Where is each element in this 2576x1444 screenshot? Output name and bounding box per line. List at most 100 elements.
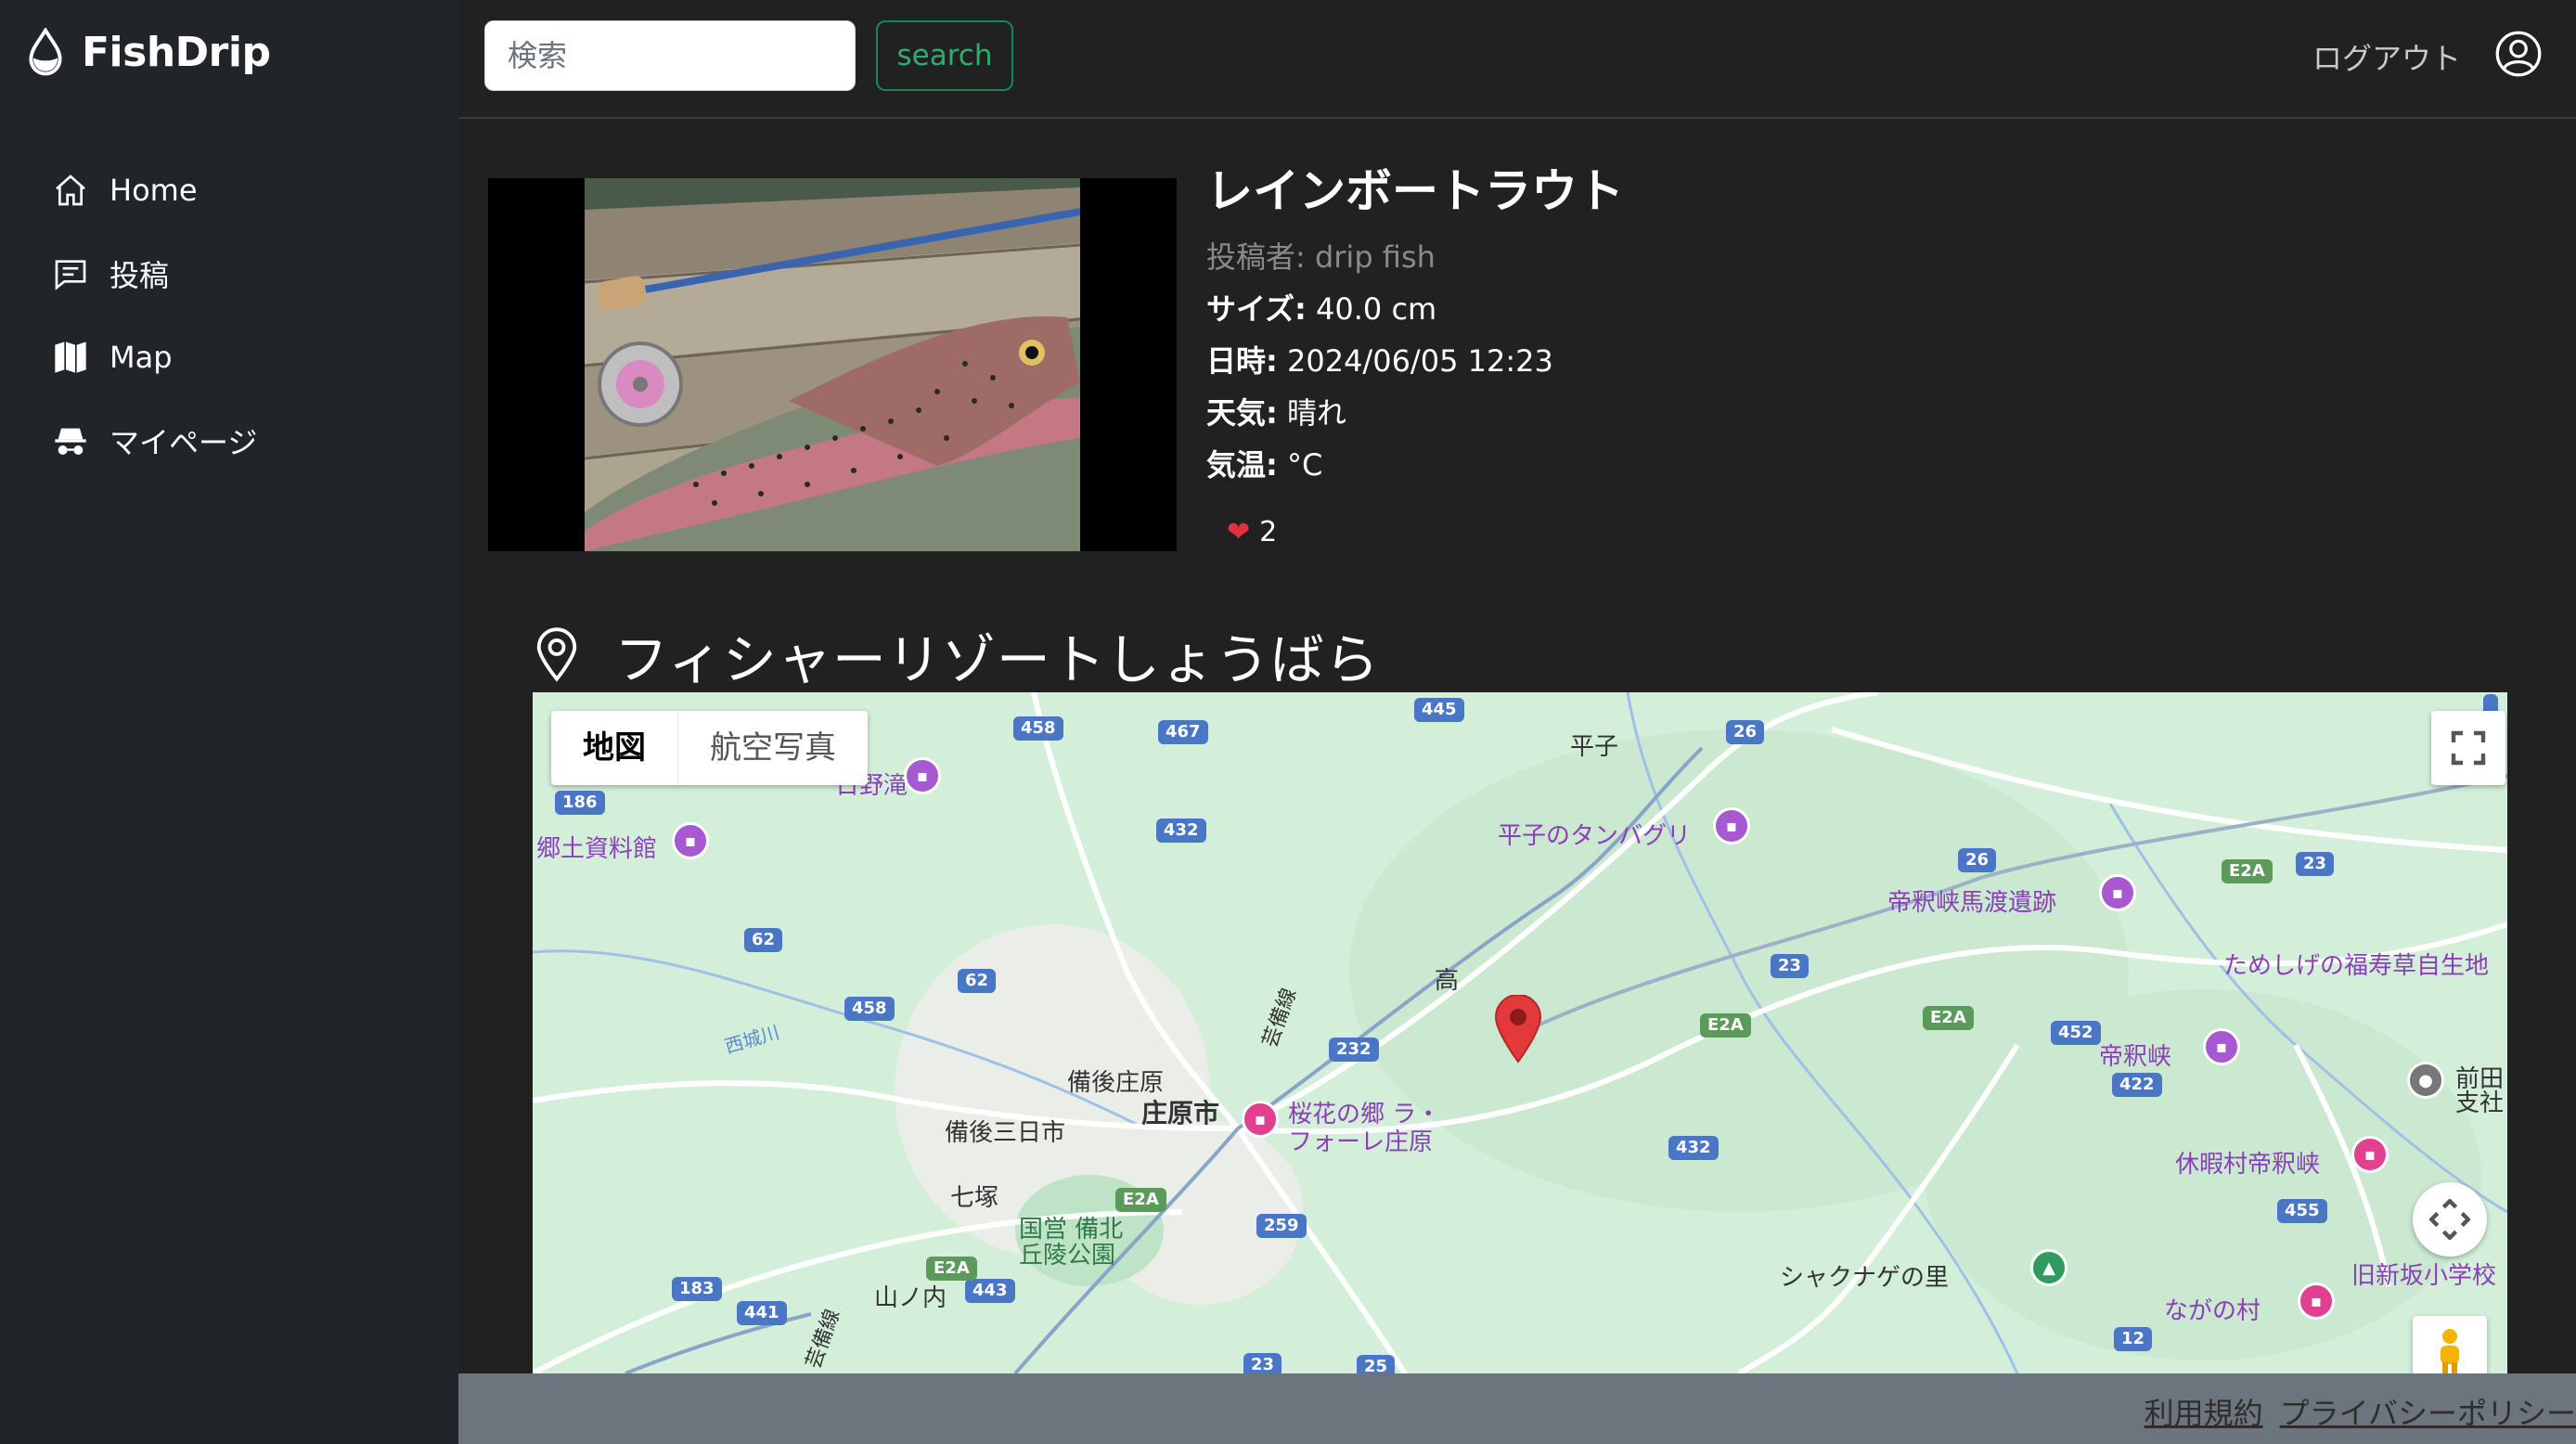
sidebar-item-label: Map — [109, 340, 173, 375]
expressway-shield: E2A — [926, 1257, 977, 1281]
street-view-pegman[interactable] — [2413, 1316, 2487, 1373]
post-title: レインボートラウト — [1206, 164, 1624, 218]
route-shield: 23 — [1771, 954, 1810, 978]
trout-photo — [585, 178, 1080, 551]
map-label-taishakukyo: 帝釈峡 — [2099, 1043, 2172, 1071]
expressway-shield: E2A — [1115, 1188, 1166, 1212]
place-marker[interactable]: ● — [2407, 1062, 2444, 1099]
map-type-satellite-button[interactable]: 航空写真 — [677, 711, 868, 785]
sidebar-item-post[interactable]: 投稿 — [52, 232, 257, 316]
weather-label: 天気: — [1206, 395, 1278, 431]
incognito-icon — [55, 428, 86, 455]
like-count: 2 — [1259, 516, 1278, 548]
post-date: 日時: 2024/06/05 12:23 — [1206, 338, 1553, 380]
heart-icon: ❤ — [1227, 516, 1251, 548]
map-label-nanatsuka: 七塚 — [950, 1184, 999, 1212]
search-input[interactable] — [484, 20, 856, 91]
poi-marker[interactable]: ▪ — [2203, 1028, 2240, 1065]
expressway-shield: E2A — [2222, 859, 2273, 883]
map-label-kyushinsaka: 旧新坂小学校 — [2351, 1262, 2497, 1290]
map-type-map-button[interactable]: 地図 — [551, 711, 677, 785]
hotel-marker[interactable]: ▪ — [2351, 1136, 2389, 1173]
hotel-marker[interactable]: ▪ — [2298, 1283, 2335, 1320]
map-label-shobara: 庄原市 — [1141, 1098, 1220, 1128]
expressway-shield: E2A — [1700, 1013, 1751, 1038]
route-shield: 12 — [2114, 1327, 2153, 1351]
poi-marker[interactable]: ▪ — [1713, 807, 1750, 844]
map-label-taka: 高 — [1435, 967, 1460, 995]
temperature-label: 気温: — [1206, 447, 1278, 483]
fullscreen-button[interactable] — [2431, 711, 2505, 785]
date-label: 日時: — [1206, 343, 1278, 379]
sidebar-item-home[interactable]: Home — [52, 148, 257, 232]
expressway-shield: E2A — [1923, 1006, 1974, 1030]
park-marker[interactable]: ▲ — [2030, 1249, 2067, 1286]
route-shield: 445 — [1414, 698, 1464, 722]
map-icon — [55, 342, 86, 373]
brand-logo[interactable]: FishDrip — [26, 28, 271, 76]
route-shield: 432 — [1156, 819, 1206, 843]
map-label-ouka-2: フォーレ庄原 — [1288, 1128, 1434, 1156]
map-label-kyodo: 郷土資料館 — [536, 835, 658, 863]
chat-text-icon — [55, 260, 86, 290]
top-header: search ログアウト — [458, 0, 2576, 119]
route-shield: 23 — [1243, 1353, 1282, 1373]
size-value: 40.0 cm — [1316, 291, 1437, 327]
location-heading: フィシャーリゾートしょうばら — [533, 616, 1380, 694]
sidebar-item-label: 投稿 — [109, 258, 170, 293]
poi-marker[interactable]: ▪ — [904, 757, 941, 794]
route-shield: 186 — [555, 791, 605, 815]
route-shield: 422 — [2112, 1073, 2162, 1097]
sidebar-item-label: マイページ — [109, 425, 258, 460]
poi-marker[interactable]: ▪ — [2099, 874, 2136, 911]
map-label-kyuka: 休暇村帝釈峡 — [2175, 1151, 2321, 1179]
location-marker-icon[interactable] — [1494, 995, 1542, 1064]
brand-name: FishDrip — [82, 28, 271, 76]
post-author: 投稿者: drip fish — [1206, 239, 1436, 275]
pegman-icon — [2441, 1329, 2459, 1373]
camera-control-button[interactable] — [2413, 1182, 2487, 1257]
post-photo[interactable] — [488, 178, 1177, 551]
footer: 利用規約 プライバシーポリシー — [458, 1373, 2576, 1444]
map-label-yamanouchi: 山ノ内 — [874, 1284, 947, 1312]
size-label: サイズ: — [1206, 291, 1307, 327]
sidebar-item-map[interactable]: Map — [52, 316, 257, 399]
search-button[interactable]: search — [876, 20, 1013, 91]
route-shield: 183 — [672, 1277, 722, 1301]
like-button[interactable]: ❤ 2 — [1227, 516, 1277, 548]
temperature-value: °C — [1286, 447, 1323, 483]
map-label-nagano: ながの村 — [2164, 1297, 2261, 1325]
sidebar-item-label: Home — [109, 173, 198, 208]
weather-value: 晴れ — [1286, 395, 1346, 431]
map-label-tameshige: ためしげの福寿草自生地 — [2223, 952, 2490, 980]
route-shield: 25 — [1357, 1355, 1396, 1373]
map-label-taishaku-iseki: 帝釈峡馬渡遺跡 — [1887, 889, 2057, 917]
route-shield: 467 — [1158, 720, 1208, 744]
route-shield: 259 — [1256, 1214, 1307, 1238]
hotel-marker[interactable]: ▪ — [1242, 1101, 1279, 1138]
map-label-hirako: 平子 — [1570, 733, 1619, 761]
map-label-park-2: 丘陵公園 — [1019, 1242, 1116, 1270]
post-temperature: 気温: °C — [1206, 442, 1322, 484]
move-arrows-icon — [2429, 1199, 2470, 1240]
route-shield: 62 — [744, 928, 783, 952]
museum-marker[interactable]: ▪ — [672, 822, 709, 859]
route-shield: 443 — [965, 1279, 1015, 1303]
house-icon — [56, 174, 85, 206]
google-map[interactable]: 日野滝 郷土資料館 平子 平子のタンバグリ 帝釈峡馬渡遺跡 ためしげの福寿草自生… — [533, 692, 2507, 1373]
route-shield: 441 — [737, 1301, 787, 1325]
date-value: 2024/06/05 12:23 — [1286, 343, 1553, 379]
post-weather: 天気: 晴れ — [1206, 390, 1346, 432]
logout-link[interactable]: ログアウト — [2312, 35, 2461, 78]
route-shield: 62 — [958, 969, 997, 993]
geo-pin-icon — [536, 627, 577, 682]
user-circle-icon[interactable] — [2494, 30, 2543, 78]
sidebar-item-mypage[interactable]: マイページ — [52, 399, 257, 483]
privacy-link[interactable]: プライバシーポリシー — [2280, 1390, 2576, 1433]
terms-link[interactable]: 利用規約 — [2145, 1390, 2263, 1433]
fullscreen-icon — [2451, 730, 2486, 766]
sidebar: FishDrip Home 投稿 Map マイページ — [0, 0, 458, 1444]
route-shield: 23 — [2296, 852, 2335, 876]
route-shield: 455 — [2277, 1199, 2327, 1223]
post-size: サイズ: 40.0 cm — [1206, 286, 1436, 329]
